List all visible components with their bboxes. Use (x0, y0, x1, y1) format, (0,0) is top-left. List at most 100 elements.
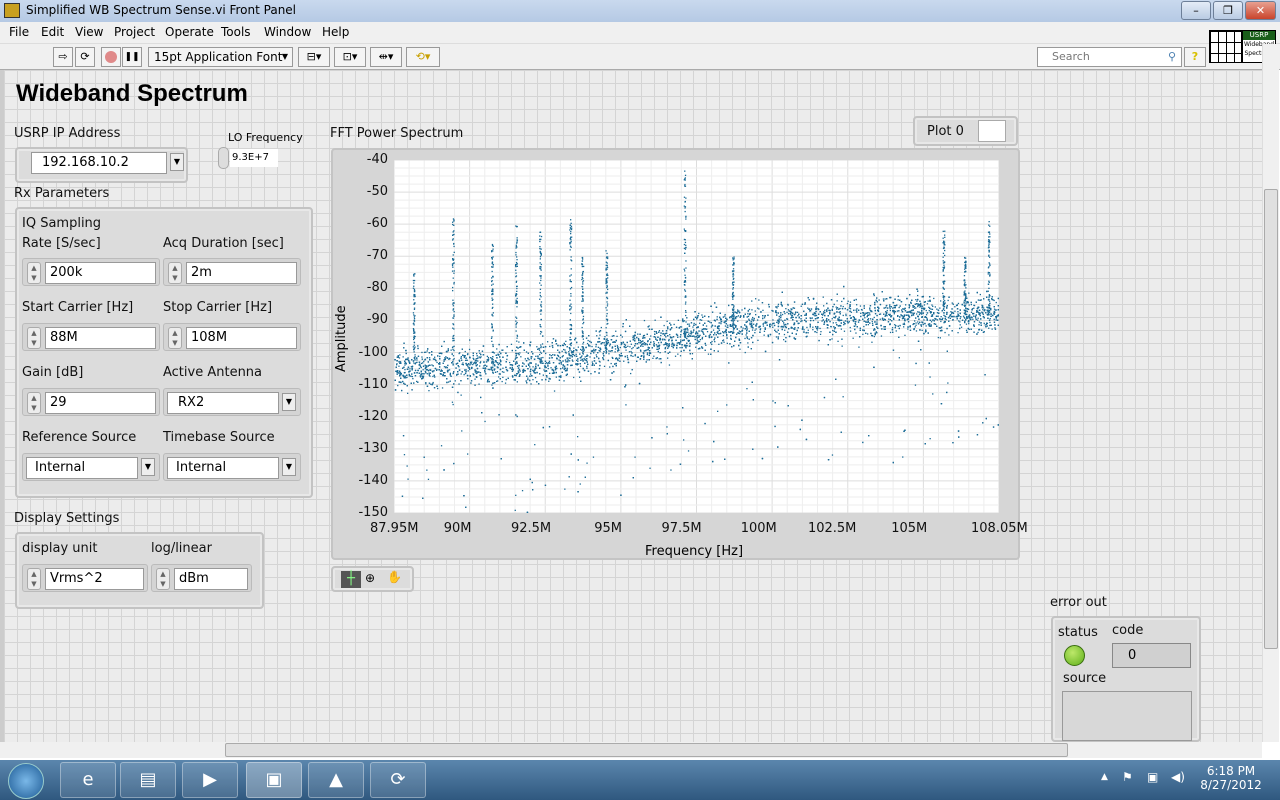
menu-help[interactable]: Help (322, 25, 349, 39)
data-point (419, 365, 422, 367)
data-point (833, 316, 835, 318)
lo-spinner[interactable] (218, 147, 229, 169)
data-point (859, 305, 862, 307)
data-point (791, 317, 793, 319)
data-point (608, 350, 610, 352)
data-point (734, 340, 736, 342)
restore-button[interactable]: ❐ (1213, 1, 1243, 20)
data-point (699, 339, 701, 341)
data-point (470, 380, 473, 382)
run-arrow-icon[interactable]: ⇨ (53, 47, 73, 67)
pause-icon[interactable]: ❚❚ (122, 47, 142, 67)
data-point (437, 355, 439, 357)
acq-spinner[interactable]: ▲ ▼ (168, 262, 182, 284)
unit-input[interactable]: Vrms^2 (45, 568, 144, 590)
data-point (475, 363, 477, 365)
menu-file[interactable]: File (9, 25, 29, 39)
data-point (485, 373, 487, 375)
reorder-icon[interactable]: ⟲▾ (406, 47, 440, 67)
data-point (993, 321, 996, 323)
menu-edit[interactable]: Edit (41, 25, 64, 39)
data-point (736, 333, 738, 335)
data-point (422, 369, 424, 371)
start-input[interactable]: 88M (45, 327, 156, 349)
data-point (584, 476, 586, 478)
acq-input[interactable]: 2m (186, 262, 297, 284)
data-point (898, 318, 900, 321)
font-dropdown[interactable]: 15pt Application Font ▼ (148, 47, 293, 67)
data-point (434, 356, 436, 358)
data-point (797, 327, 799, 329)
data-point (856, 304, 858, 306)
start-spinner[interactable]: ▲ ▼ (27, 327, 41, 349)
menu-tools[interactable]: Tools (221, 25, 251, 39)
data-point (724, 325, 727, 327)
menu-operate[interactable]: Operate (165, 25, 214, 39)
data-point (470, 363, 472, 365)
gain-spinner[interactable]: ▲ ▼ (27, 392, 41, 414)
plot-area[interactable] (394, 160, 999, 513)
data-point (461, 348, 463, 350)
distribute-objects-icon[interactable]: ⊡▾ (334, 47, 366, 67)
antenna-dropdown-button[interactable]: ▼ (282, 393, 296, 411)
ip-dropdown-button[interactable]: ▼ (170, 153, 184, 171)
data-point (983, 331, 985, 333)
data-point (527, 363, 530, 365)
data-point (667, 352, 669, 354)
ref-select[interactable]: Internal (26, 457, 138, 479)
gain-input[interactable]: 29 (45, 392, 156, 414)
data-point (970, 318, 972, 321)
data-point (660, 334, 662, 337)
data-point (777, 325, 780, 328)
search-input[interactable]: Search ⚲ (1037, 47, 1182, 67)
data-point (558, 362, 560, 365)
rate-input[interactable]: 200k (45, 262, 156, 284)
data-point (790, 312, 792, 314)
minimize-button[interactable]: – (1181, 1, 1211, 20)
data-point (632, 477, 634, 479)
data-point (552, 338, 555, 340)
data-point (544, 362, 547, 365)
data-point (891, 327, 894, 329)
help-icon[interactable]: ? (1184, 47, 1206, 67)
data-point (590, 341, 592, 344)
abort-icon[interactable] (101, 47, 121, 67)
align-objects-icon[interactable]: ⊟▾ (298, 47, 330, 67)
menu-window[interactable]: Window (264, 25, 311, 39)
data-point (826, 321, 828, 323)
close-button[interactable]: ✕ (1245, 1, 1276, 20)
data-point (777, 338, 779, 340)
data-point (776, 314, 778, 316)
resize-objects-icon[interactable]: ⇹▾ (370, 47, 402, 67)
stop-spinner[interactable]: ▲ ▼ (168, 327, 182, 349)
log-input[interactable]: dBm (174, 568, 248, 590)
data-point (509, 367, 511, 369)
data-point (895, 330, 897, 332)
antenna-select[interactable]: RX2 (167, 392, 279, 414)
data-point (605, 350, 608, 353)
plot-legend[interactable]: Plot 0 (913, 116, 1018, 146)
data-point (500, 352, 502, 355)
data-point (751, 324, 753, 326)
data-point (831, 454, 834, 456)
data-point (815, 306, 817, 308)
data-point (565, 361, 567, 363)
timebase-dropdown-button[interactable]: ▼ (282, 458, 296, 476)
menu-view[interactable]: View (75, 25, 103, 39)
ref-dropdown-button[interactable]: ▼ (141, 458, 155, 476)
data-point (889, 319, 891, 321)
log-spinner[interactable]: ▲ ▼ (156, 568, 170, 590)
menu-project[interactable]: Project (114, 25, 155, 39)
timebase-select[interactable]: Internal (167, 457, 279, 479)
data-point (660, 316, 662, 318)
data-point (483, 365, 485, 367)
ip-input[interactable]: 192.168.10.2 (31, 152, 167, 174)
unit-spinner[interactable]: ▲ ▼ (27, 568, 41, 590)
rate-spinner[interactable]: ▲ ▼ (27, 262, 41, 284)
run-continuously-icon[interactable]: ⟳ (75, 47, 95, 67)
stop-input[interactable]: 108M (186, 327, 297, 349)
data-point (739, 348, 741, 350)
data-point (862, 329, 864, 331)
data-point (892, 301, 894, 304)
data-point (793, 307, 796, 309)
